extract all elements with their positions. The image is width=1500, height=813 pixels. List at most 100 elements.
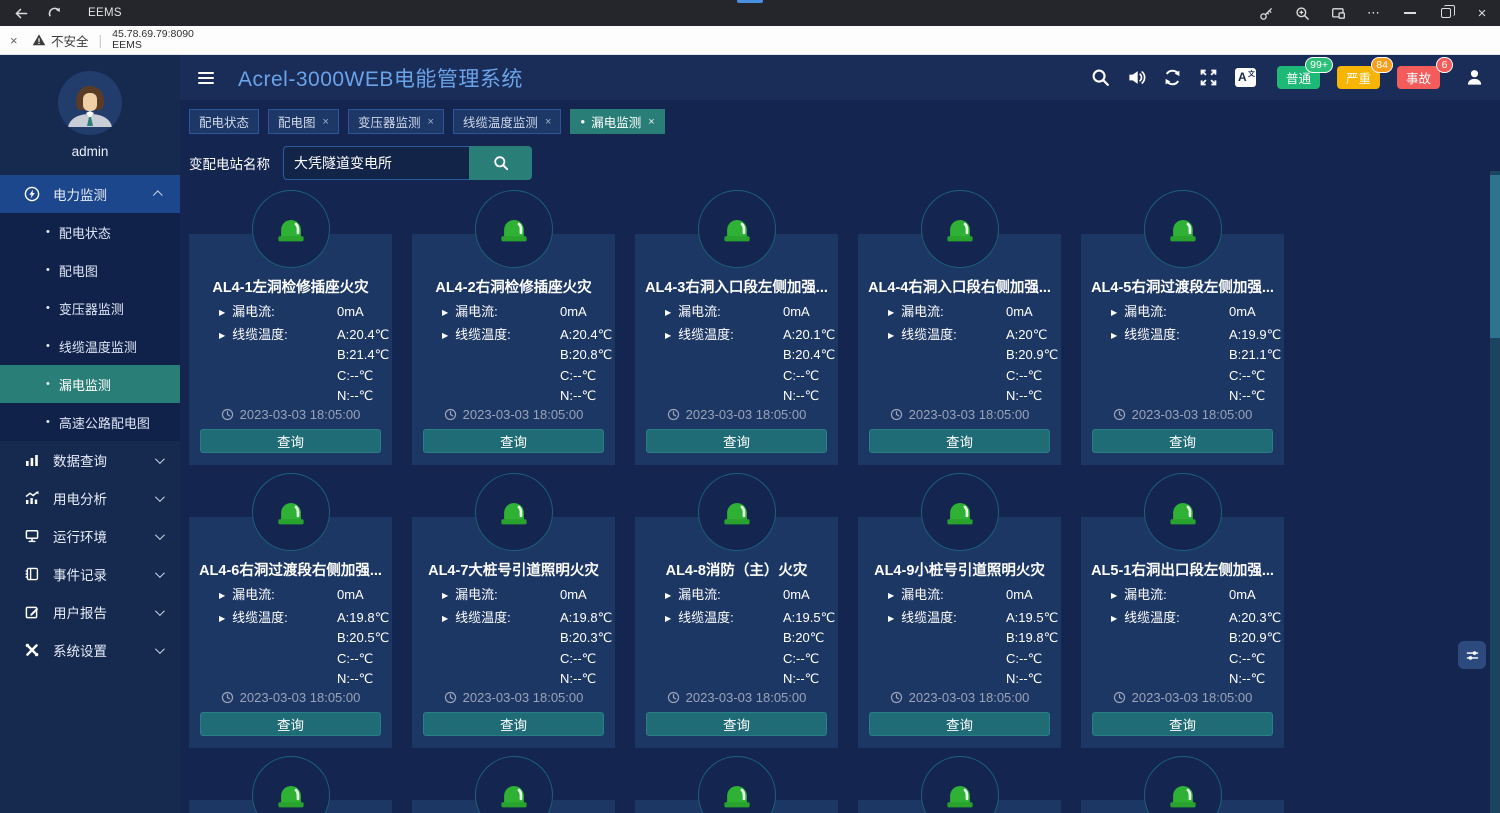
alarm-badge-button[interactable]: 事故 6: [1397, 66, 1440, 89]
translate-icon[interactable]: A 文: [1235, 68, 1256, 87]
leakage-label: 漏电流:: [678, 302, 721, 323]
tab-close-icon[interactable]: ×: [323, 116, 329, 128]
refresh-icon[interactable]: [1163, 68, 1182, 87]
query-button[interactable]: 查询: [423, 712, 604, 736]
triangle-marker-icon: ▶: [888, 303, 894, 324]
scrollbar-thumb[interactable]: [1490, 175, 1500, 338]
query-button[interactable]: 查询: [423, 429, 604, 453]
speaker-icon[interactable]: [1127, 68, 1146, 87]
leakage-value: 0mA: [1229, 585, 1256, 608]
browser-menu-button[interactable]: ⋯: [1356, 0, 1392, 26]
tab[interactable]: ● 变压器监测 ×: [348, 109, 444, 134]
query-button[interactable]: 查询: [1092, 429, 1273, 453]
sidebar-submenu-item[interactable]: • 漏电监测: [0, 365, 180, 403]
alarm-badge-label: 事故: [1406, 68, 1431, 87]
query-button[interactable]: 查询: [869, 429, 1050, 453]
chevron-icon: [155, 606, 165, 616]
cable-temp-label: 线缆温度:: [1124, 608, 1180, 629]
tab[interactable]: ● 配电状态 ×: [189, 109, 259, 134]
tab[interactable]: ● 漏电监测 ×: [570, 109, 664, 134]
close-icon[interactable]: ×: [10, 33, 32, 48]
tab[interactable]: ● 配电图 ×: [268, 109, 339, 134]
alarm-badge-label: 严重: [1346, 68, 1371, 87]
query-button[interactable]: 查询: [200, 712, 381, 736]
menu-item-label: 系统设置: [53, 640, 107, 660]
query-button[interactable]: 查询: [646, 712, 827, 736]
status-lamp-circle: [252, 190, 330, 268]
browser-refresh-button[interactable]: [47, 0, 62, 26]
query-button[interactable]: 查询: [200, 429, 381, 453]
clock-icon: [667, 691, 680, 704]
query-button[interactable]: 查询: [1092, 712, 1273, 736]
bullet-icon: •: [46, 226, 50, 238]
user-profile-icon[interactable]: [1465, 68, 1484, 87]
sidebar-menu-item[interactable]: 数据查询: [0, 441, 180, 479]
sidebar-submenu-item[interactable]: • 变压器监测: [0, 289, 180, 327]
query-button[interactable]: 查询: [869, 712, 1050, 736]
triangle-marker-icon: ▶: [665, 586, 671, 607]
triangle-marker-icon: ▶: [442, 586, 448, 607]
tab-label: 配电图: [278, 112, 316, 131]
sidebar-menu-item[interactable]: 运行环境: [0, 517, 180, 555]
sidebar-submenu-item[interactable]: • 配电图: [0, 251, 180, 289]
alarm-badge-button[interactable]: 严重 84: [1337, 66, 1380, 89]
device-card: AL4-3右洞入口段左侧加强... ▶漏电流: 0mA ▶线缆温度: A:20.…: [635, 190, 838, 465]
window-restore-button[interactable]: [1428, 0, 1464, 26]
zoom-in-icon[interactable]: [1284, 0, 1320, 26]
tab-close-icon[interactable]: ×: [427, 116, 433, 128]
sidebar-menu-item[interactable]: 用户报告: [0, 593, 180, 631]
sidebar-menu-item[interactable]: 用电分析: [0, 479, 180, 517]
timestamp: 2023-03-03 18:05:00: [686, 407, 807, 422]
sidebar-submenu-item[interactable]: • 配电状态: [0, 213, 180, 251]
menu-item-label: 事件记录: [53, 564, 107, 584]
alarm-badge-button[interactable]: 普通 99+: [1277, 66, 1320, 89]
fullscreen-icon[interactable]: [1199, 68, 1218, 87]
timestamp-row: 2023-03-03 18:05:00: [858, 690, 1061, 705]
leakage-value: 0mA: [560, 302, 587, 325]
leakage-label: 漏电流:: [678, 585, 721, 606]
chevron-icon: [155, 530, 165, 540]
bullet-icon: •: [46, 378, 50, 390]
sidebar-submenu-item[interactable]: • 线缆温度监测: [0, 327, 180, 365]
cable-temp-values: A:20℃B:20.9℃C:--℃N:--℃: [1006, 325, 1058, 407]
search-button[interactable]: [469, 146, 532, 180]
hamburger-menu-icon[interactable]: [198, 72, 214, 84]
app-header: Acrel-3000WEB电能管理系统 A 文 普通 99+ 严重 84 事故 …: [180, 55, 1500, 100]
not-secure-warning[interactable]: 不安全: [32, 31, 89, 50]
timestamp: 2023-03-03 18:05:00: [1132, 690, 1253, 705]
scrollbar-track[interactable]: [1490, 171, 1500, 813]
device-title: AL4-7大桩号引道照明火灾: [412, 559, 615, 577]
triangle-marker-icon: ▶: [219, 326, 225, 347]
timestamp: 2023-03-03 18:05:00: [1132, 407, 1253, 422]
station-name-input[interactable]: [283, 146, 469, 180]
green-lamp-icon: [1165, 211, 1201, 247]
device-card: AL4-9小桩号引道照明火灾 ▶漏电流: 0mA ▶线缆温度: A:19.5℃B…: [858, 473, 1061, 748]
status-lamp-circle: [698, 756, 776, 813]
search-icon[interactable]: [1091, 68, 1110, 87]
sidebar-menu-item[interactable]: 电力监测: [0, 175, 180, 213]
clock-icon: [1113, 691, 1126, 704]
leakage-label: 漏电流:: [455, 302, 498, 323]
device-title: AL4-8消防（主）火灾: [635, 559, 838, 577]
url-display[interactable]: 45.78.69.79:8090 EEMS: [112, 29, 194, 52]
cast-screen-icon[interactable]: [1320, 0, 1356, 26]
password-key-icon[interactable]: [1248, 0, 1284, 26]
browser-back-button[interactable]: [14, 0, 29, 26]
sidebar-menu-item[interactable]: 系统设置: [0, 631, 180, 669]
tab-close-icon[interactable]: ×: [648, 116, 654, 128]
window-close-button[interactable]: ×: [1464, 0, 1500, 26]
query-button[interactable]: 查询: [646, 429, 827, 453]
cable-temp-values: A:20.4℃B:20.8℃C:--℃N:--℃: [560, 325, 612, 407]
tabs-bar: ● 配电状态 × ● 配电图 × ● 变压器监测 × ● 线缆温度监测 × ● …: [180, 100, 1500, 134]
window-minimize-button[interactable]: [1392, 0, 1428, 26]
timestamp: 2023-03-03 18:05:00: [463, 407, 584, 422]
layout-settings-button[interactable]: [1458, 641, 1486, 669]
leakage-label: 漏电流:: [1124, 585, 1167, 606]
tab-close-icon[interactable]: ×: [545, 116, 551, 128]
tab[interactable]: ● 线缆温度监测 ×: [453, 109, 561, 134]
sidebar-submenu-item[interactable]: • 高速公路配电图: [0, 403, 180, 441]
sidebar-menu-item[interactable]: 事件记录: [0, 555, 180, 593]
leakage-value: 0mA: [783, 302, 810, 325]
device-title: AL5-1右洞出口段左侧加强...: [1081, 559, 1284, 577]
divider: |: [99, 32, 103, 48]
